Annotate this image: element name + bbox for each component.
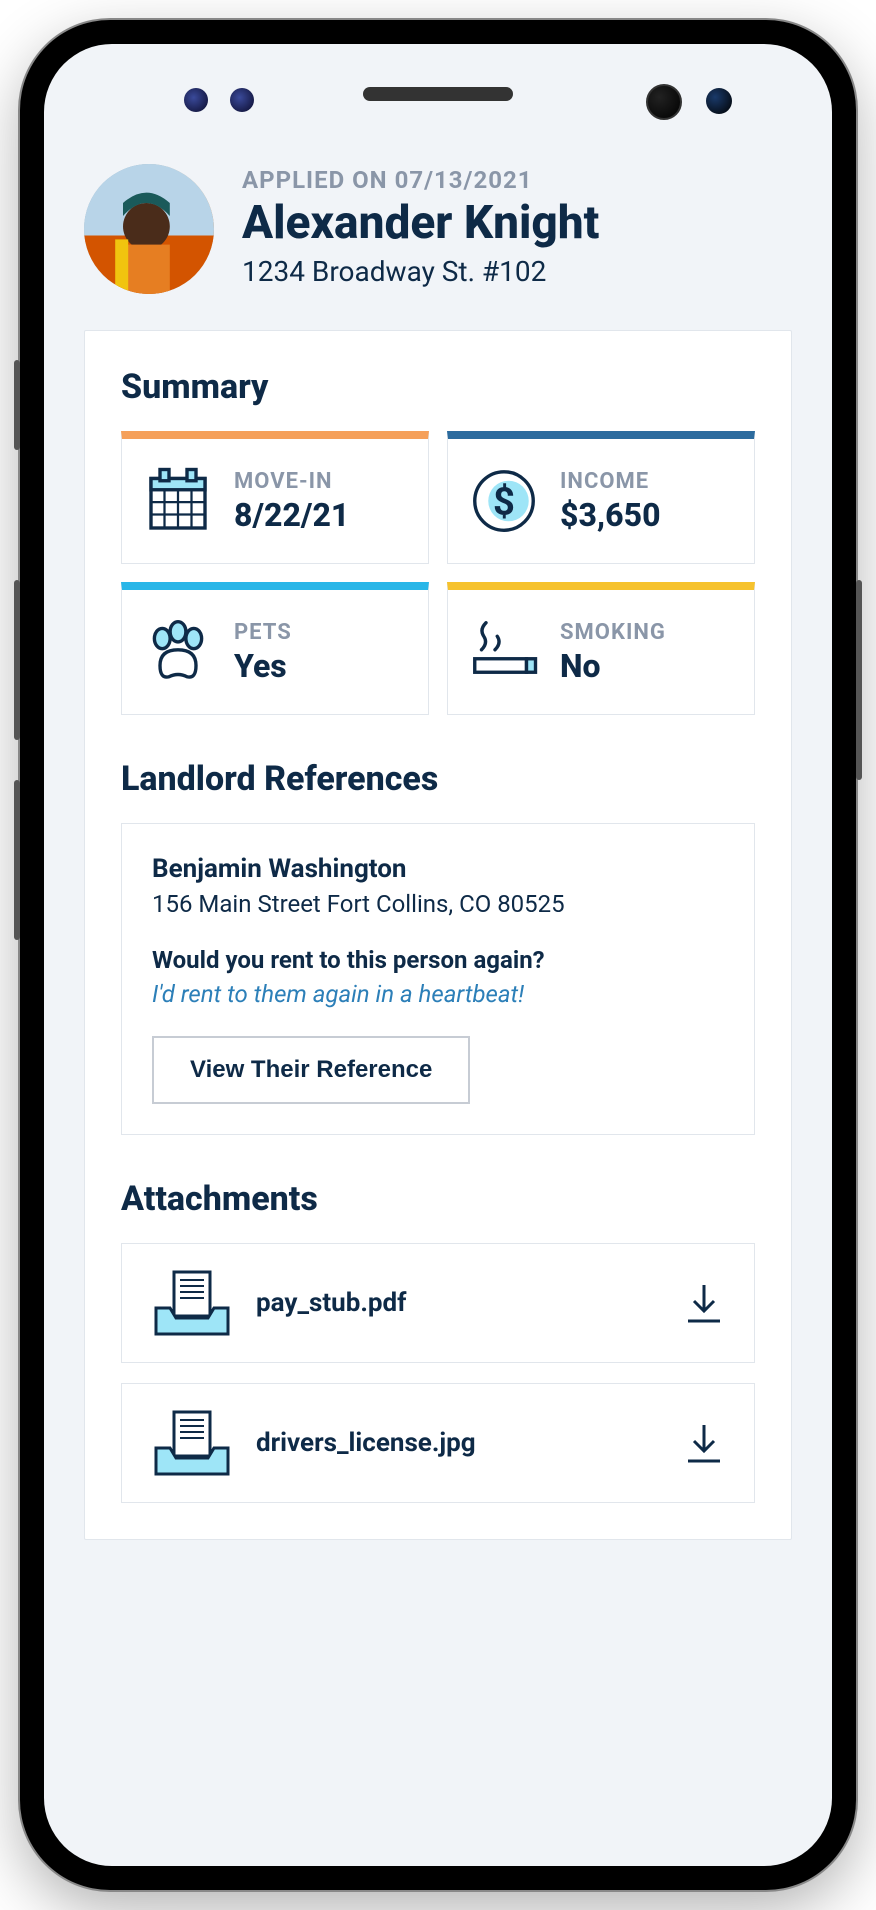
stat-label: MOVE-IN xyxy=(234,469,349,494)
stat-smoking: SMOKING No xyxy=(447,582,755,715)
paw-icon xyxy=(142,616,214,688)
attachments-list: pay_stub.pdf xyxy=(121,1243,755,1503)
attachment-filename: pay_stub.pdf xyxy=(256,1288,656,1318)
calendar-icon xyxy=(142,465,214,537)
stat-label: INCOME xyxy=(560,469,661,494)
stat-value: $3,650 xyxy=(560,496,661,534)
stat-label: SMOKING xyxy=(560,620,666,645)
stat-value: Yes xyxy=(234,647,292,685)
view-reference-button[interactable]: View Their Reference xyxy=(152,1036,470,1104)
svg-text:$: $ xyxy=(493,481,515,525)
stat-pets: PETS Yes xyxy=(121,582,429,715)
reference-answer: I'd rent to them again in a heartbeat! xyxy=(152,980,724,1008)
phone-side-button xyxy=(14,360,20,450)
download-icon[interactable] xyxy=(682,1281,726,1325)
stat-value: No xyxy=(560,647,666,685)
reference-question: Would you rent to this person again? xyxy=(152,946,724,974)
avatar[interactable] xyxy=(84,164,214,294)
phone-frame: APPLIED ON 07/13/2021 Alexander Knight 1… xyxy=(20,20,856,1890)
main-card: Summary xyxy=(84,330,792,1540)
file-tray-icon xyxy=(150,1408,230,1478)
dollar-icon: $ xyxy=(468,465,540,537)
applicant-address: 1234 Broadway St. #102 xyxy=(242,255,599,288)
sensor-icon xyxy=(184,88,208,112)
attachment-item[interactable]: pay_stub.pdf xyxy=(121,1243,755,1363)
phone-side-button xyxy=(856,580,862,780)
phone-top-bar xyxy=(44,44,832,144)
applicant-name: Alexander Knight xyxy=(242,198,599,249)
applicant-header: APPLIED ON 07/13/2021 Alexander Knight 1… xyxy=(84,164,792,294)
phone-side-button xyxy=(14,580,20,740)
phone-side-button xyxy=(14,780,20,940)
references-title: Landlord References xyxy=(121,759,755,799)
camera-icon xyxy=(706,88,732,114)
camera-icon xyxy=(646,84,682,120)
reference-address: 156 Main Street Fort Collins, CO 80525 xyxy=(152,890,724,918)
stat-income: $ INCOME $3,650 xyxy=(447,431,755,564)
sensor-icon xyxy=(230,88,254,112)
reference-card: Benjamin Washington 156 Main Street Fort… xyxy=(121,823,755,1135)
download-icon[interactable] xyxy=(682,1421,726,1465)
summary-title: Summary xyxy=(121,367,755,407)
cigarette-icon xyxy=(468,616,540,688)
file-tray-icon xyxy=(150,1268,230,1338)
reference-name: Benjamin Washington xyxy=(152,854,724,884)
attachments-title: Attachments xyxy=(121,1179,755,1219)
stat-label: PETS xyxy=(234,620,292,645)
stat-value: 8/22/21 xyxy=(234,496,349,534)
stat-move-in: MOVE-IN 8/22/21 xyxy=(121,431,429,564)
attachment-filename: drivers_license.jpg xyxy=(256,1428,656,1458)
avatar-image-icon xyxy=(84,164,214,294)
summary-grid: MOVE-IN 8/22/21 $ INCOME $3,650 xyxy=(121,431,755,715)
speaker-icon xyxy=(363,87,513,101)
applied-on-label: APPLIED ON 07/13/2021 xyxy=(242,166,599,194)
phone-screen: APPLIED ON 07/13/2021 Alexander Knight 1… xyxy=(44,44,832,1866)
attachment-item[interactable]: drivers_license.jpg xyxy=(121,1383,755,1503)
